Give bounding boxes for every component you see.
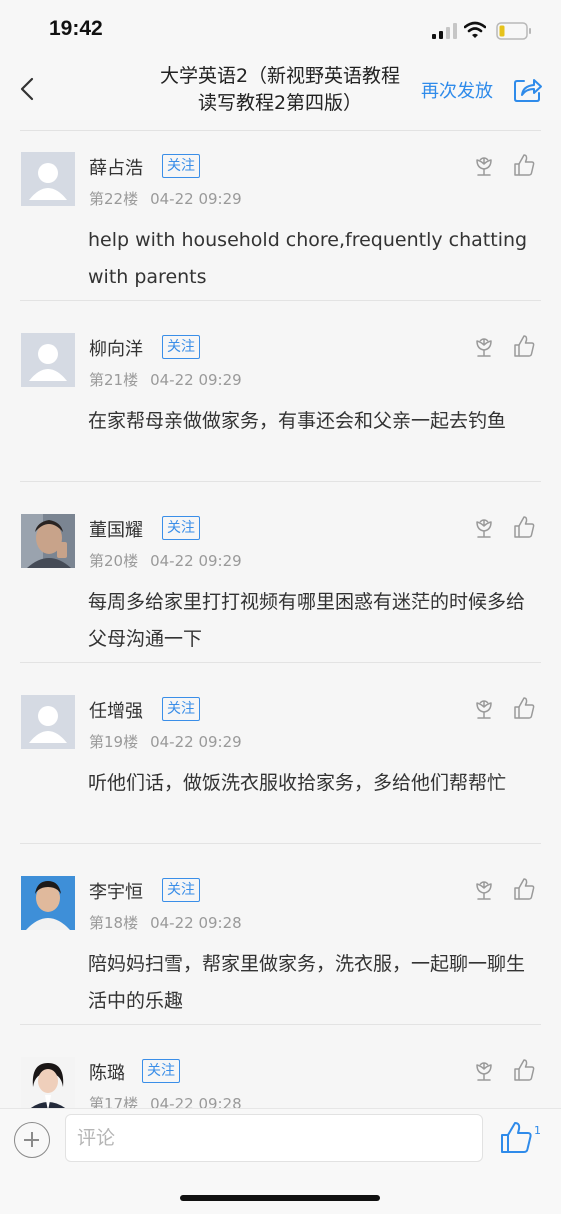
floor-number: 第19楼 bbox=[89, 733, 139, 751]
user-name[interactable]: 李宇恒 bbox=[89, 878, 143, 904]
photo-avatar[interactable] bbox=[21, 876, 75, 930]
user-photo-icon bbox=[21, 514, 75, 568]
back-icon[interactable] bbox=[14, 74, 42, 104]
flower-icon[interactable] bbox=[472, 697, 496, 721]
default-avatar[interactable] bbox=[21, 152, 75, 206]
flower-icon[interactable] bbox=[472, 335, 496, 359]
default-avatar-icon bbox=[21, 152, 75, 206]
user-photo-icon bbox=[21, 876, 75, 930]
default-avatar[interactable] bbox=[21, 333, 75, 387]
thumbs-up-icon[interactable] bbox=[513, 153, 535, 177]
thumbs-up-icon[interactable] bbox=[513, 877, 535, 901]
photo-avatar[interactable] bbox=[21, 1057, 75, 1108]
post-time: 04-22 09:29 bbox=[150, 190, 242, 208]
flower-icon[interactable] bbox=[472, 1059, 496, 1083]
user-name[interactable]: 薛占浩 bbox=[89, 154, 143, 180]
thumbs-up-icon[interactable] bbox=[513, 696, 535, 720]
floor-meta: 第19楼 04-22 09:29 bbox=[89, 731, 242, 752]
floor-meta: 第22楼 04-22 09:29 bbox=[89, 188, 242, 209]
user-photo-icon bbox=[21, 1057, 75, 1108]
page-title-line1: 大学英语2（新视野英语教程 bbox=[159, 65, 401, 87]
post-time: 04-22 09:29 bbox=[150, 733, 242, 751]
page-title-line2: 读写教程2第四版） bbox=[197, 92, 363, 114]
floor-number: 第21楼 bbox=[89, 371, 139, 389]
floor-number: 第17楼 bbox=[89, 1095, 139, 1108]
wifi-icon bbox=[464, 21, 486, 38]
comment-item: 任增强 关注 第19楼 04-22 09:29 听他们话，做饭洗衣服收拾家务，多给… bbox=[0, 663, 561, 844]
flower-icon[interactable] bbox=[472, 516, 496, 540]
add-button[interactable] bbox=[14, 1122, 50, 1158]
page-title: 大学英语2（新视野英语教程 读写教程2第四版） bbox=[140, 63, 420, 117]
default-avatar[interactable] bbox=[21, 695, 75, 749]
comment-text: 陪妈妈扫雪，帮家里做家务，洗衣服，一起聊一聊生活中的乐趣 bbox=[88, 953, 526, 1012]
floor-number: 第18楼 bbox=[89, 914, 139, 932]
like-count: 1 bbox=[534, 1124, 541, 1137]
comment-text: help with household chore,frequently cha… bbox=[88, 229, 528, 288]
comment-input[interactable] bbox=[65, 1114, 483, 1162]
comment-item: 李宇恒 关注 第18楼 04-22 09:28 陪妈妈扫雪，帮家里做家务，洗衣服，… bbox=[0, 844, 561, 1025]
comment-bar: 1 bbox=[0, 1108, 561, 1214]
comment-item: 陈璐 关注 第17楼 04-22 09:28 bbox=[0, 1025, 561, 1108]
comment-text: 每周多给家里打打视频有哪里困惑有迷茫的时候多给父母沟通一下 bbox=[88, 591, 526, 650]
comment-list[interactable]: 薛占浩 关注 第22楼 04-22 09:29 help with househo… bbox=[0, 120, 561, 1108]
photo-avatar[interactable] bbox=[21, 514, 75, 568]
floor-number: 第22楼 bbox=[89, 190, 139, 208]
flower-icon[interactable] bbox=[472, 878, 496, 902]
share-icon[interactable] bbox=[513, 75, 543, 103]
post-time: 04-22 09:29 bbox=[150, 371, 242, 389]
default-avatar-icon bbox=[21, 333, 75, 387]
follow-button[interactable]: 关注 bbox=[162, 697, 200, 721]
flower-icon[interactable] bbox=[472, 154, 496, 178]
post-time: 04-22 09:28 bbox=[150, 1095, 242, 1108]
thumbs-up-icon[interactable] bbox=[513, 334, 535, 358]
floor-meta: 第18楼 04-22 09:28 bbox=[89, 912, 242, 933]
user-name[interactable]: 陈璐 bbox=[89, 1059, 125, 1085]
floor-meta: 第20楼 04-22 09:29 bbox=[89, 550, 242, 571]
nav-bar: 大学英语2（新视野英语教程 读写教程2第四版） 再次发放 bbox=[0, 58, 561, 120]
follow-button[interactable]: 关注 bbox=[162, 516, 200, 540]
follow-button[interactable]: 关注 bbox=[142, 1059, 180, 1083]
status-bar: 19:42 bbox=[0, 0, 561, 58]
comment-text: 听他们话，做饭洗衣服收拾家务，多给他们帮帮忙 bbox=[88, 772, 507, 794]
user-name[interactable]: 任增强 bbox=[89, 697, 143, 723]
post-time: 04-22 09:29 bbox=[150, 552, 242, 570]
cellular-signal-icon bbox=[432, 23, 457, 39]
thumbs-up-icon[interactable] bbox=[513, 1058, 535, 1082]
home-indicator[interactable] bbox=[180, 1195, 380, 1201]
post-time: 04-22 09:28 bbox=[150, 914, 242, 932]
thumbs-up-icon[interactable] bbox=[513, 515, 535, 539]
comment-item: 董国耀 关注 第20楼 04-22 09:29 每周多给家里打打视频有哪里困惑有迷… bbox=[0, 482, 561, 663]
battery-icon bbox=[496, 22, 531, 40]
comment-item: 柳向洋 关注 第21楼 04-22 09:29 在家帮母亲做做家务，有事还会和父亲… bbox=[0, 301, 561, 482]
resend-button[interactable]: 再次发放 bbox=[421, 77, 493, 103]
thumbs-up-icon[interactable] bbox=[500, 1120, 532, 1154]
floor-meta: 第17楼 04-22 09:28 bbox=[89, 1093, 242, 1108]
follow-button[interactable]: 关注 bbox=[162, 154, 200, 178]
user-name[interactable]: 柳向洋 bbox=[89, 335, 143, 361]
comment-text: 在家帮母亲做做家务，有事还会和父亲一起去钓鱼 bbox=[88, 410, 507, 432]
user-name[interactable]: 董国耀 bbox=[89, 516, 143, 542]
default-avatar-icon bbox=[21, 695, 75, 749]
follow-button[interactable]: 关注 bbox=[162, 335, 200, 359]
floor-meta: 第21楼 04-22 09:29 bbox=[89, 369, 242, 390]
follow-button[interactable]: 关注 bbox=[162, 878, 200, 902]
status-time: 19:42 bbox=[49, 17, 103, 40]
floor-number: 第20楼 bbox=[89, 552, 139, 570]
comment-item: 薛占浩 关注 第22楼 04-22 09:29 help with househo… bbox=[0, 120, 561, 301]
